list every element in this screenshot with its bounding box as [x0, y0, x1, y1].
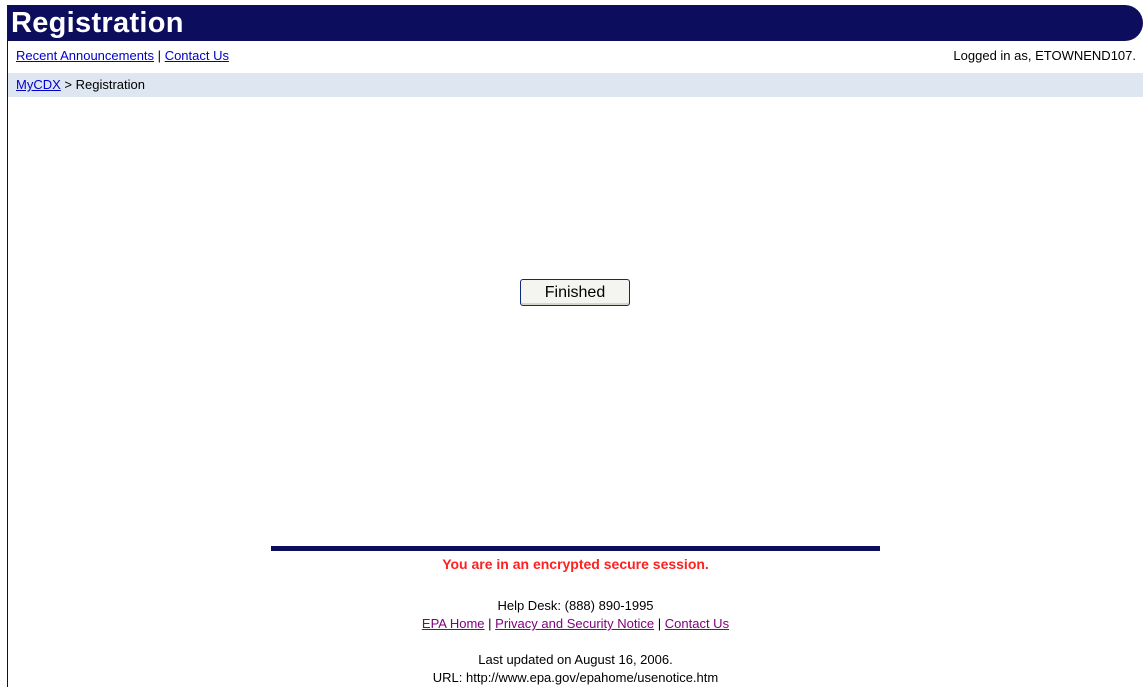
help-desk-phone: Help Desk: (888) 890-1995: [497, 598, 654, 613]
breadcrumb-current: Registration: [75, 77, 145, 92]
footer-links: EPA Home | Privacy and Security Notice |…: [271, 616, 880, 632]
footer-separator-2: |: [657, 616, 662, 631]
recent-announcements-link[interactable]: Recent Announcements: [16, 48, 154, 63]
breadcrumb-separator: >: [64, 77, 72, 92]
breadcrumb-mycdx-link[interactable]: MyCDX: [16, 77, 61, 92]
page-frame: [7, 5, 1143, 687]
title-bar: Registration: [7, 5, 1143, 41]
footer-divider: [271, 546, 880, 551]
top-links-separator: |: [157, 48, 162, 63]
footer-contact-us-link[interactable]: Contact Us: [665, 616, 729, 631]
logged-in-status: Logged in as, ETOWNEND107.: [953, 48, 1136, 63]
page-url: URL: http://www.epa.gov/epahome/usenotic…: [432, 670, 719, 685]
footer-separator-1: |: [488, 616, 492, 631]
finished-button[interactable]: Finished: [520, 279, 630, 306]
breadcrumb: MyCDX > Registration: [16, 77, 145, 93]
top-links: Recent Announcements | Contact Us: [16, 48, 229, 64]
secure-session-message: You are in an encrypted secure session.: [442, 556, 709, 572]
contact-us-link[interactable]: Contact Us: [165, 48, 229, 63]
page-title: Registration: [11, 7, 184, 39]
last-updated: Last updated on August 16, 2006.: [478, 652, 673, 667]
epa-home-link[interactable]: EPA Home: [422, 616, 485, 631]
breadcrumb-bar: MyCDX > Registration: [8, 73, 1143, 97]
privacy-security-notice-link[interactable]: Privacy and Security Notice: [495, 616, 654, 631]
